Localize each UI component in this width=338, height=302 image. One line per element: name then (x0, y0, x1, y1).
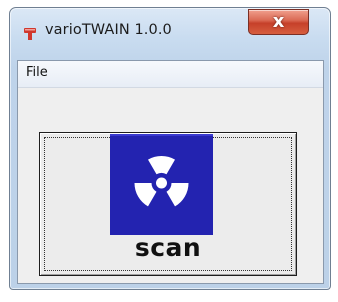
title-bar[interactable]: varioTWAIN 1.0.0 x (10, 8, 330, 52)
window-title: varioTWAIN 1.0.0 (45, 22, 172, 38)
close-button[interactable]: x (248, 9, 309, 35)
client-area: File scan (17, 60, 324, 284)
content-area: scan (18, 88, 323, 283)
radiation-icon (110, 134, 213, 235)
scan-label: scan (134, 233, 202, 262)
close-icon: x (272, 11, 285, 32)
scan-button[interactable]: scan (39, 132, 297, 276)
app-window: varioTWAIN 1.0.0 x File scan (9, 7, 331, 290)
menu-bar: File (18, 61, 323, 88)
menu-file[interactable]: File (24, 65, 50, 80)
app-icon (24, 28, 36, 40)
